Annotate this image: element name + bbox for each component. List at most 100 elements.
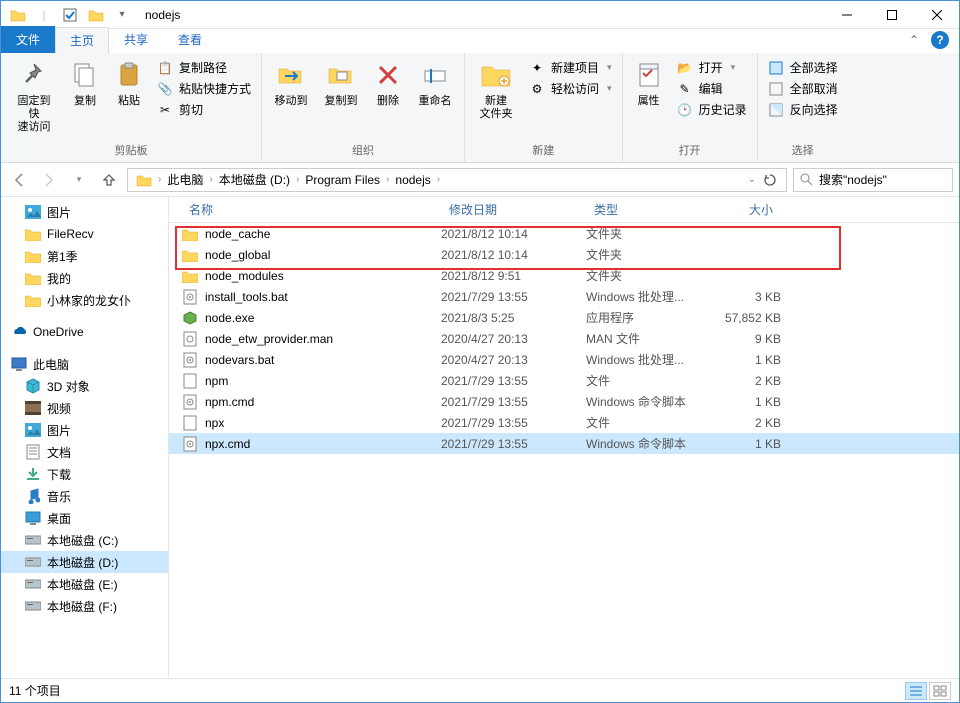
file-row[interactable]: node_etw_provider.man2020/4/27 20:13MAN …: [169, 328, 959, 349]
tree-diskc[interactable]: 本地磁盘 (C:): [1, 529, 168, 551]
tree-videos[interactable]: 视频: [1, 397, 168, 419]
new-item-icon: ✦: [529, 60, 545, 76]
qat-checkbox[interactable]: [59, 4, 81, 26]
tree-diskf[interactable]: 本地磁盘 (F:): [1, 595, 168, 617]
breadcrumb-icon[interactable]: [132, 172, 156, 188]
move-to-button[interactable]: 移动到: [266, 55, 316, 112]
col-type[interactable]: 类型: [586, 201, 706, 218]
bc-dropdown[interactable]: ⌄: [748, 174, 756, 185]
file-row[interactable]: npx.cmd2021/7/29 13:55Windows 命令脚本1 KB: [169, 433, 959, 454]
search-input[interactable]: 搜索"nodejs": [793, 168, 953, 192]
delete-button[interactable]: 删除: [366, 55, 410, 112]
chevron-right-icon: ›: [158, 174, 161, 185]
paste-button[interactable]: 粘贴: [107, 55, 151, 112]
tree-diskd[interactable]: 本地磁盘 (D:): [1, 551, 168, 573]
select-all-button[interactable]: 全部选择: [768, 59, 838, 76]
pin-button[interactable]: 固定到快 速访问: [5, 55, 63, 138]
tree-season1[interactable]: 第1季: [1, 245, 168, 267]
tree-my[interactable]: 我的: [1, 267, 168, 289]
file-row[interactable]: node.exe2021/8/3 5:25应用程序57,852 KB: [169, 307, 959, 328]
nav-tree[interactable]: 图片 FileRecv 第1季 我的 小林家的龙女仆 OneDrive 此电脑 …: [1, 197, 169, 677]
file-row[interactable]: node_modules2021/8/12 9:51文件夹: [169, 265, 959, 286]
tree-pictures[interactable]: 图片: [1, 201, 168, 223]
thumbnail-view-button[interactable]: [929, 682, 951, 700]
new-item-button[interactable]: ✦新建项目▾: [529, 59, 612, 76]
file-name: npx.cmd: [205, 437, 441, 451]
paste-shortcut-button[interactable]: 📎粘贴快捷方式: [157, 80, 251, 97]
maximize-button[interactable]: [869, 1, 914, 29]
window-controls: [824, 1, 959, 29]
col-date[interactable]: 修改日期: [441, 201, 586, 218]
group-new: 新建 文件夹 ✦新建项目▾ ⚙轻松访问▾ 新建: [465, 53, 623, 162]
up-button[interactable]: [97, 168, 121, 192]
col-size[interactable]: 大小: [706, 201, 781, 218]
back-button[interactable]: [7, 168, 31, 192]
bc-diskd[interactable]: 本地磁盘 (D:): [215, 171, 294, 188]
close-button[interactable]: [914, 1, 959, 29]
folder-icon[interactable]: [7, 4, 29, 26]
file-name: npm.cmd: [205, 395, 441, 409]
tab-home[interactable]: 主页: [55, 27, 109, 53]
tab-view[interactable]: 查看: [163, 26, 217, 53]
file-list: 名称 修改日期 类型 大小 node_cache2021/8/12 10:14文…: [169, 197, 959, 677]
tree-3dobjects[interactable]: 3D 对象: [1, 375, 168, 397]
copy-button[interactable]: 复制: [63, 55, 107, 112]
tree-desktop[interactable]: 桌面: [1, 507, 168, 529]
tree-onedrive[interactable]: OneDrive: [1, 321, 168, 343]
select-none-button[interactable]: 全部取消: [768, 80, 838, 97]
copy-icon: [69, 59, 101, 91]
tree-filerecv[interactable]: FileRecv: [1, 223, 168, 245]
copy-to-button[interactable]: 复制到: [316, 55, 366, 112]
edit-button[interactable]: ✎编辑: [677, 80, 747, 97]
cut-button[interactable]: ✂剪切: [157, 101, 251, 118]
tree-diske[interactable]: 本地磁盘 (E:): [1, 573, 168, 595]
chevron-right-icon: ›: [209, 174, 212, 185]
file-row[interactable]: npm.cmd2021/7/29 13:55Windows 命令脚本1 KB: [169, 391, 959, 412]
history-button[interactable]: 🕑历史记录: [677, 101, 747, 118]
tree-pictures2[interactable]: 图片: [1, 419, 168, 441]
invert-selection-button[interactable]: 反向选择: [768, 101, 838, 118]
pictures-icon: [25, 422, 41, 438]
easy-access-button[interactable]: ⚙轻松访问▾: [529, 80, 612, 97]
breadcrumb[interactable]: › 此电脑 › 本地磁盘 (D:) › Program Files › node…: [127, 168, 787, 192]
recent-dropdown[interactable]: ▾: [67, 168, 91, 192]
bc-nodejs[interactable]: nodejs: [391, 173, 434, 187]
folder-icon-small[interactable]: [85, 4, 107, 26]
new-folder-button[interactable]: 新建 文件夹: [469, 55, 523, 125]
folder-icon: [25, 292, 41, 308]
col-name[interactable]: 名称: [181, 201, 441, 218]
file-row[interactable]: node_cache2021/8/12 10:14文件夹: [169, 223, 959, 244]
tree-xiaolin[interactable]: 小林家的龙女仆: [1, 289, 168, 311]
address-bar: ▾ › 此电脑 › 本地磁盘 (D:) › Program Files › no…: [1, 163, 959, 197]
details-view-button[interactable]: [905, 682, 927, 700]
bc-thispc[interactable]: 此电脑: [163, 171, 207, 188]
forward-button[interactable]: [37, 168, 61, 192]
tab-file[interactable]: 文件: [1, 26, 55, 53]
tree-thispc[interactable]: 此电脑: [1, 353, 168, 375]
window-title: nodejs: [139, 8, 824, 22]
file-row[interactable]: npm2021/7/29 13:55文件2 KB: [169, 370, 959, 391]
disk-icon: [25, 576, 41, 592]
copy-path-button[interactable]: 📋复制路径: [157, 59, 251, 76]
file-row[interactable]: node_global2021/8/12 10:14文件夹: [169, 244, 959, 265]
file-row[interactable]: npx2021/7/29 13:55文件2 KB: [169, 412, 959, 433]
refresh-button[interactable]: [758, 168, 782, 192]
minimize-button[interactable]: [824, 1, 869, 29]
tab-share[interactable]: 共享: [109, 26, 163, 53]
help-icon[interactable]: ?: [931, 31, 949, 49]
qat-dropdown[interactable]: ▾: [111, 4, 133, 26]
quick-access-toolbar: | ▾: [1, 4, 139, 26]
ribbon-collapse-icon[interactable]: ⌃: [909, 33, 919, 47]
file-row[interactable]: install_tools.bat2021/7/29 13:55Windows …: [169, 286, 959, 307]
tree-documents[interactable]: 文档: [1, 441, 168, 463]
disk-icon: [25, 554, 41, 570]
chevron-right-icon: ›: [437, 174, 440, 185]
tree-music[interactable]: 音乐: [1, 485, 168, 507]
paste-icon: [113, 59, 145, 91]
properties-button[interactable]: 属性: [627, 55, 671, 112]
bc-programfiles[interactable]: Program Files: [301, 173, 384, 187]
tree-downloads[interactable]: 下载: [1, 463, 168, 485]
file-row[interactable]: nodevars.bat2020/4/27 20:13Windows 批处理..…: [169, 349, 959, 370]
open-button[interactable]: 📂打开▾: [677, 59, 747, 76]
rename-button[interactable]: 重命名: [410, 55, 460, 112]
